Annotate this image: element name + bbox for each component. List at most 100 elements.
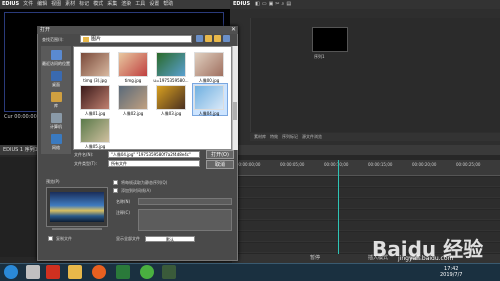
- bin-tab[interactable]: 特效: [270, 133, 278, 141]
- bin-pane: [250, 18, 500, 132]
- menu-item[interactable]: 设置: [149, 0, 159, 9]
- look-in-label: 查找范围(I):: [42, 37, 64, 42]
- file-thumbnail: [194, 85, 224, 110]
- duplicate-checkbox[interactable]: [48, 236, 53, 241]
- filename-input[interactable]: "人像04.jpg" "1975359580f7a2f4d8e4c": [108, 151, 200, 158]
- track-lane[interactable]: [232, 188, 500, 198]
- app-icon[interactable]: [140, 265, 154, 279]
- back-icon[interactable]: [196, 35, 203, 42]
- view-menu-icon[interactable]: [223, 35, 230, 42]
- track-lane[interactable]: [232, 177, 500, 187]
- bin-tab[interactable]: 源文件浏览: [302, 133, 322, 141]
- screen: Cur 00:00:00;00 EDIUS 文件 编辑 视图 素材 标记 模式 采集 渲染 工具设…: [0, 0, 500, 281]
- file-list-scrollbar[interactable]: [232, 46, 238, 150]
- menu-item[interactable]: 素材: [65, 0, 75, 9]
- reel-label: 显示全部文件: [116, 236, 140, 241]
- close-icon[interactable]: ✕: [229, 26, 238, 34]
- libraries-icon: [50, 92, 62, 102]
- name-field[interactable]: [138, 198, 232, 205]
- place-label: 计算机: [50, 124, 62, 129]
- file-thumbnail: [80, 85, 110, 110]
- file-thumbnail: [80, 52, 110, 77]
- file-name: 人像03.jpg: [160, 111, 182, 116]
- place-label: 最近访问的位置: [42, 61, 70, 66]
- bin-clip-label: 序列1: [314, 54, 325, 59]
- bin-clip-thumbnail[interactable]: [312, 27, 348, 52]
- place-label: 网络: [52, 145, 60, 150]
- new-folder-icon[interactable]: [214, 35, 221, 42]
- open-button[interactable]: 打开(O): [206, 150, 234, 159]
- option-label-timeline: 添加到时间线(A): [121, 188, 151, 193]
- preview-slider[interactable]: [52, 228, 102, 230]
- track-lane[interactable]: [232, 210, 500, 220]
- computer-icon: [50, 113, 62, 123]
- place-desktop[interactable]: 桌面: [41, 71, 71, 88]
- ruler-tick-label: 00:00:10;00: [324, 162, 349, 167]
- menu-item[interactable]: 工具: [135, 0, 145, 9]
- filetype-label: 文件类型(T):: [74, 161, 97, 166]
- up-folder-icon[interactable]: [205, 35, 212, 42]
- toolbar-icon[interactable]: ✂: [275, 0, 279, 9]
- preview-label: 预览(P): [46, 179, 60, 184]
- menu-item[interactable]: 视图: [51, 0, 61, 9]
- file-thumbnail: [156, 85, 186, 110]
- status-pause: 暂停: [310, 255, 321, 261]
- menu-item[interactable]: 采集: [107, 0, 117, 9]
- browser-icon[interactable]: [92, 265, 106, 279]
- network-icon: [50, 134, 62, 144]
- place-label: 库: [54, 103, 58, 108]
- toolbar-icon[interactable]: ▤: [286, 0, 291, 9]
- dialog-title: 打开: [37, 26, 238, 34]
- toolbar-icon[interactable]: ▣: [269, 0, 274, 9]
- place-computer[interactable]: 计算机: [41, 113, 71, 130]
- timeline-ruler[interactable]: 00:00:00;00 00:00:05;00 00:00:10;00 00:00:1…: [232, 160, 500, 176]
- filetype-select[interactable]: 所有文件: [108, 160, 200, 167]
- edius-icon[interactable]: [162, 265, 176, 279]
- filename-label: 文件名(N):: [74, 152, 94, 157]
- file-name: 人像02.jpg: [122, 111, 144, 116]
- start-icon[interactable]: [4, 265, 18, 279]
- clock[interactable]: 17:42 2019/7/7: [440, 266, 462, 278]
- duplicate-label: 复制文件: [56, 236, 72, 241]
- file-thumbnail: [80, 118, 110, 143]
- menu-item[interactable]: 文件: [23, 0, 33, 9]
- file-name: 人像05.jpg: [84, 144, 106, 149]
- bin-tab[interactable]: 序列标记: [282, 133, 298, 141]
- places-bar: 最近访问的位置桌面库计算机网络: [41, 46, 71, 154]
- option-checkbox-timeline[interactable]: [113, 188, 118, 193]
- track-lane[interactable]: [232, 199, 500, 209]
- file-thumbnail: [194, 52, 224, 77]
- menu-item[interactable]: 标记: [79, 0, 89, 9]
- toolbar-icon[interactable]: ◧: [255, 0, 260, 9]
- menu-item[interactable]: 渲染: [121, 0, 131, 9]
- comment-label: 注释(C): [116, 210, 130, 215]
- toolbar-icon[interactable]: ⌕: [282, 0, 285, 9]
- app-icon[interactable]: [46, 265, 60, 279]
- track-lane[interactable]: [232, 221, 500, 231]
- scrollbar-thumb[interactable]: [233, 102, 237, 120]
- place-recent-places[interactable]: 最近访问的位置: [41, 50, 71, 67]
- file-thumbnail: [118, 85, 148, 110]
- comment-field[interactable]: [138, 209, 232, 231]
- file-thumbnail: [156, 52, 186, 77]
- option-checkbox-sequence[interactable]: [113, 180, 118, 185]
- ruler-tick-label: 00:00:00;00: [236, 162, 261, 167]
- reel-value[interactable]: 默认: [145, 236, 195, 242]
- app-icon[interactable]: [116, 265, 130, 279]
- place-network[interactable]: 网络: [41, 134, 71, 151]
- toolbar-icon[interactable]: ▭: [262, 0, 267, 9]
- desktop-icon: [50, 71, 62, 81]
- look-in-dropdown[interactable]: 图片: [80, 35, 192, 43]
- ruler-tick-label: 00:00:25;00: [456, 162, 481, 167]
- menu-item[interactable]: 模式: [93, 0, 103, 9]
- look-in-value: 图片: [91, 36, 102, 42]
- name-label: 名称(N): [116, 199, 131, 204]
- bin-tab[interactable]: 素材库: [254, 133, 266, 141]
- cancel-button[interactable]: 取消: [206, 160, 234, 169]
- menu-item[interactable]: 帮助: [163, 0, 173, 9]
- folder-icon[interactable]: [68, 265, 82, 279]
- menu-item[interactable]: 编辑: [37, 0, 47, 9]
- playhead[interactable]: [338, 160, 339, 258]
- app-icon[interactable]: [26, 265, 40, 279]
- place-libraries[interactable]: 库: [41, 92, 71, 109]
